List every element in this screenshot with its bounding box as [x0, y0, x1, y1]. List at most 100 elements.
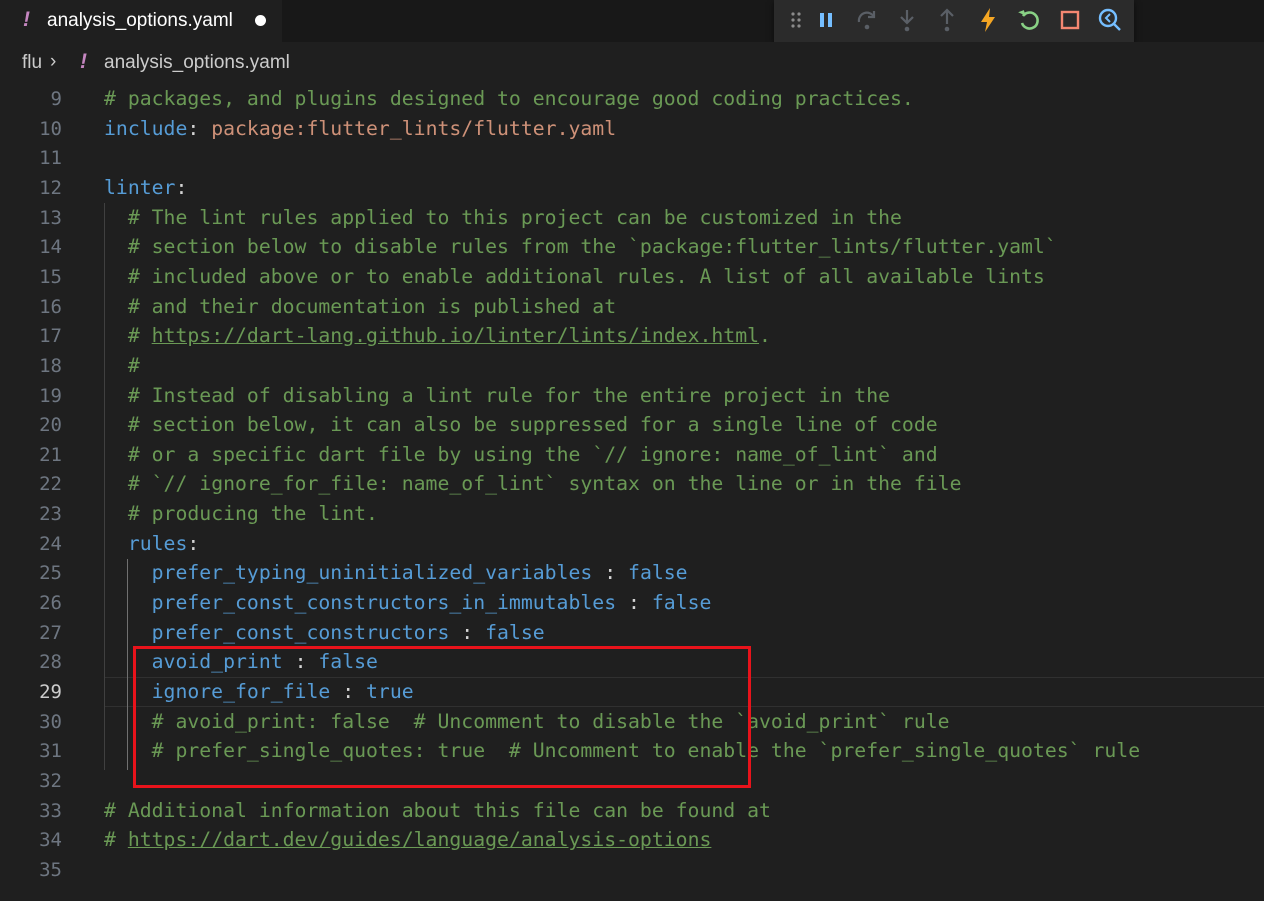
- code-line[interactable]: 34 # https://dart.dev/guides/language/ana…: [0, 825, 1264, 855]
- comment-token: # producing the lint.: [127, 502, 378, 526]
- step-into-icon[interactable]: [892, 5, 922, 35]
- code-line[interactable]: 10 include: package:flutter_lints/flutter…: [0, 114, 1264, 144]
- unsaved-dot-icon[interactable]: [255, 15, 266, 26]
- line-number: 31: [39, 740, 62, 763]
- code-line[interactable]: 14 # section below to disable rules from…: [0, 232, 1264, 262]
- code-text[interactable]: include: package:flutter_lints/flutter.y…: [104, 117, 616, 140]
- code-text[interactable]: # included above or to enable additional…: [104, 265, 1045, 288]
- devtools-icon[interactable]: [1095, 5, 1125, 35]
- code-line[interactable]: 33 # Additional information about this fi…: [0, 796, 1264, 826]
- pause-icon[interactable]: [811, 5, 841, 35]
- code-text[interactable]: prefer_const_constructors : false: [104, 621, 545, 644]
- code-text[interactable]: # Instead of disabling a lint rule for t…: [104, 384, 890, 407]
- code-text[interactable]: # and their documentation is published a…: [104, 295, 616, 318]
- indent-guide: [104, 203, 105, 770]
- line-number: 21: [39, 443, 62, 466]
- code-line[interactable]: 9 # packages, and plugins designed to enc…: [0, 84, 1264, 114]
- code-text[interactable]: prefer_const_constructors_in_immutables …: [104, 591, 712, 614]
- code-line[interactable]: 12 linter:: [0, 173, 1264, 203]
- code-line[interactable]: 25 prefer_typing_uninitialized_variables…: [0, 558, 1264, 588]
- code-text[interactable]: # section below to disable rules from th…: [104, 235, 1057, 258]
- code-line[interactable]: 27 prefer_const_constructors : false: [0, 618, 1264, 648]
- line-number: 23: [39, 503, 62, 526]
- line-number: 26: [39, 592, 62, 615]
- comment-token: # section below, it can also be suppress…: [127, 413, 938, 437]
- code-line[interactable]: 22 # `// ignore_for_file: name_of_lint` …: [0, 469, 1264, 499]
- code-line[interactable]: 20 # section below, it can also be suppr…: [0, 410, 1264, 440]
- line-number: 16: [39, 295, 62, 318]
- step-over-icon[interactable]: [852, 5, 882, 35]
- step-out-icon[interactable]: [932, 5, 962, 35]
- code-text[interactable]: # https://dart.dev/guides/language/analy…: [104, 828, 711, 851]
- text-token: :: [175, 175, 188, 199]
- code-text[interactable]: rules:: [104, 532, 199, 555]
- breadcrumb-root[interactable]: flu: [22, 52, 42, 74]
- comment-token: # Instead of disabling a lint rule for t…: [127, 383, 891, 407]
- code-editor[interactable]: 9 # packages, and plugins designed to enc…: [0, 84, 1264, 901]
- key-token: rules: [127, 531, 188, 555]
- code-line[interactable]: 21 # or a specific dart file by using th…: [0, 440, 1264, 470]
- code-text[interactable]: # Additional information about this file…: [104, 799, 771, 822]
- comment-token: .: [759, 324, 771, 348]
- code-text[interactable]: prefer_typing_uninitialized_variables : …: [104, 561, 688, 584]
- line-number: 22: [39, 473, 62, 496]
- line-number: 32: [39, 769, 62, 792]
- comment-token: # packages, and plugins designed to enco…: [104, 87, 914, 110]
- drag-handle-icon[interactable]: [782, 5, 812, 35]
- code-text[interactable]: # The lint rules applied to this project…: [104, 206, 902, 229]
- line-number: 24: [39, 532, 62, 555]
- line-number: 9: [50, 88, 62, 110]
- comment-token: # section below to disable rules from th…: [127, 235, 1057, 259]
- code-line[interactable]: 17 # https://dart-lang.github.io/linter/…: [0, 321, 1264, 351]
- code-text[interactable]: #: [104, 354, 140, 377]
- code-line[interactable]: 19 # Instead of disabling a lint rule fo…: [0, 381, 1264, 411]
- key-token: linter: [104, 175, 176, 199]
- line-number: 14: [39, 236, 62, 259]
- link-token[interactable]: https://dart-lang.github.io/linter/lints…: [152, 324, 759, 347]
- code-text[interactable]: # or a specific dart file by using the `…: [104, 443, 938, 466]
- line-number: 34: [39, 829, 62, 852]
- restart-icon[interactable]: [1014, 5, 1044, 35]
- code-text[interactable]: # packages, and plugins designed to enco…: [104, 87, 914, 110]
- code-line[interactable]: 16 # and their documentation is publishe…: [0, 292, 1264, 322]
- code-line[interactable]: 24 rules:: [0, 529, 1264, 559]
- comment-token: #: [127, 353, 140, 377]
- code-line[interactable]: 15 # included above or to enable additio…: [0, 262, 1264, 292]
- link-token[interactable]: https://dart.dev/guides/language/analysi…: [128, 828, 712, 851]
- code-line[interactable]: 11: [0, 143, 1264, 173]
- comment-token: # included above or to enable additional…: [127, 264, 1045, 288]
- code-text[interactable]: # `// ignore_for_file: name_of_lint` syn…: [104, 472, 962, 496]
- line-number: 10: [39, 117, 62, 140]
- debug-toolbar: [774, 0, 1134, 42]
- code-line[interactable]: 35: [0, 855, 1264, 885]
- code-line[interactable]: 23 # producing the lint.: [0, 499, 1264, 529]
- code-text[interactable]: # https://dart-lang.github.io/linter/lin…: [104, 324, 771, 347]
- line-number: 28: [39, 651, 62, 674]
- tab-title: analysis_options.yaml: [47, 10, 233, 31]
- code-text[interactable]: linter:: [104, 176, 187, 199]
- breadcrumb-file[interactable]: analysis_options.yaml: [104, 52, 290, 74]
- text-token: :: [187, 531, 200, 555]
- code-text[interactable]: # section below, it can also be suppress…: [104, 413, 938, 436]
- code-line[interactable]: 13 # The lint rules applied to this proj…: [0, 203, 1264, 233]
- tab-analysis-options[interactable]: ! analysis_options.yaml: [0, 0, 282, 42]
- line-number: 20: [39, 414, 62, 437]
- code-text[interactable]: # producing the lint.: [104, 502, 378, 525]
- comment-token: #: [104, 828, 128, 852]
- key-token: prefer_typing_uninitialized_variables: [151, 561, 593, 585]
- comment-token: # The lint rules applied to this project…: [127, 205, 902, 229]
- code-line[interactable]: 18 #: [0, 351, 1264, 381]
- text-token: :: [592, 561, 629, 585]
- line-number: 17: [39, 325, 62, 348]
- comment-token: # `// ignore_for_file: name_of_lint` syn…: [127, 472, 962, 496]
- hot-reload-icon[interactable]: [973, 5, 1003, 35]
- code-line[interactable]: 26 prefer_const_constructors_in_immutabl…: [0, 588, 1264, 618]
- indent-guide-active: [127, 559, 128, 770]
- line-number: 25: [39, 562, 62, 585]
- line-number: 35: [39, 858, 62, 881]
- stop-icon[interactable]: [1055, 5, 1085, 35]
- boolean-token: false: [485, 620, 545, 644]
